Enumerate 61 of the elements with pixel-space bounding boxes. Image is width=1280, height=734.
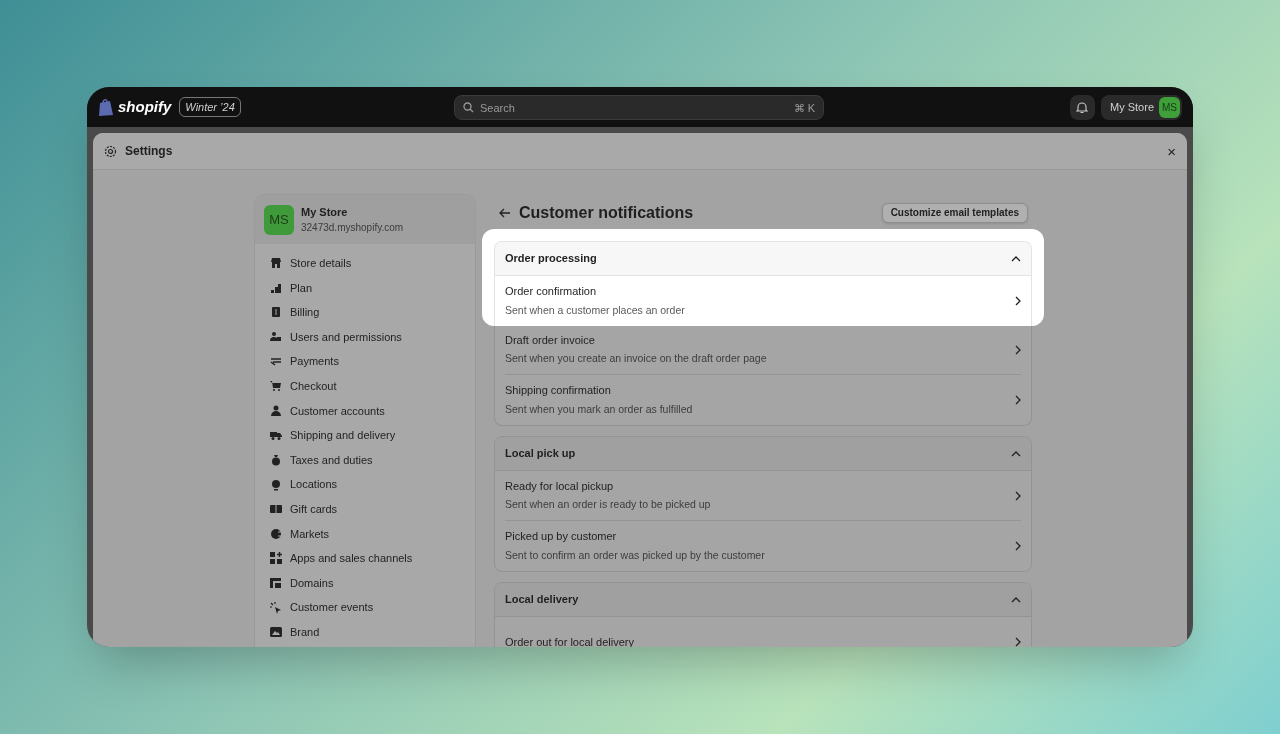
sidebar-item[interactable]: Gift cards — [260, 496, 470, 522]
release-badge: Winter ’24 — [179, 96, 241, 118]
store-avatar: MS — [264, 204, 294, 235]
pin-icon — [270, 478, 282, 491]
sidebar-item[interactable]: Markets — [260, 521, 470, 547]
notifications-button[interactable] — [1070, 94, 1095, 120]
sidebar-item[interactable]: Locations — [260, 472, 470, 497]
sidebar-item[interactable]: Store details — [260, 251, 470, 276]
store-icon — [270, 257, 282, 270]
section-header[interactable]: Local delivery — [495, 583, 1031, 617]
sidebar-item[interactable]: Payments — [260, 349, 470, 374]
notification-row[interactable]: Draft order invoice Sent when you create an invoice on the draft order page — [505, 325, 1021, 375]
search-icon — [463, 101, 474, 113]
shortcut-hint: ⌘ K — [793, 100, 815, 116]
image-icon — [270, 626, 282, 639]
sidebar-item[interactable]: Users and permissions — [260, 324, 470, 350]
users-icon — [270, 331, 282, 344]
chevron-up-icon — [1011, 596, 1021, 603]
chevron-right-icon — [1015, 541, 1021, 551]
sidebar-item[interactable]: Shipping and delivery — [260, 423, 470, 448]
section-header[interactable]: Order processing — [495, 242, 1031, 276]
bag-icon — [270, 454, 282, 467]
bell-icon — [1076, 100, 1089, 114]
sidebar-item[interactable]: Apps and sales channels — [260, 546, 470, 571]
store-domain: 32473d.myshopify.com — [301, 221, 404, 236]
sidebar-item[interactable]: Checkout — [260, 373, 470, 399]
sidebar-item[interactable]: Billing — [260, 300, 470, 325]
close-button[interactable]: × — [1167, 143, 1176, 159]
chevron-right-icon — [1015, 344, 1021, 355]
sidebar-item[interactable]: Brand — [260, 619, 470, 645]
chevron-right-icon — [1015, 296, 1021, 306]
chevron-up-icon — [1011, 255, 1021, 262]
shopping-bag-icon — [98, 97, 114, 117]
cursor-icon — [270, 601, 282, 614]
logo-text: shopify — [118, 96, 172, 117]
notification-row[interactable]: Shipping confirmation Sent when you mark an order as fulfilled — [505, 375, 1021, 425]
modal-title: Settings — [125, 143, 173, 160]
sidebar-item[interactable]: Domains — [260, 570, 470, 596]
sidebar-item[interactable]: Plan — [260, 275, 470, 301]
user-avatar: MS — [1159, 96, 1180, 118]
sidebar-item[interactable]: Customer accounts — [260, 398, 470, 424]
notification-row[interactable]: Ready for local pickup Sent when an order is ready to be picked up — [505, 471, 1021, 521]
notification-row[interactable]: Picked up by customer Sent to confirm an order was picked up by the customer — [505, 521, 1021, 571]
chevron-right-icon — [1015, 637, 1021, 647]
truck-icon — [270, 429, 282, 442]
sidebar-item[interactable]: Customer events — [260, 595, 470, 620]
chevron-right-icon — [1015, 395, 1021, 405]
sidebar-item[interactable]: Taxes and duties — [260, 447, 470, 473]
store-menu-button[interactable]: My Store MS — [1101, 94, 1182, 120]
back-button[interactable] — [499, 207, 511, 218]
settings-icon — [104, 144, 117, 158]
chevron-up-icon — [1011, 450, 1021, 457]
back-arrow-icon — [499, 207, 511, 218]
customize-templates-button[interactable]: Customize email templates — [881, 202, 1028, 223]
apps-icon — [270, 552, 282, 565]
person-icon — [270, 404, 282, 417]
page-title: Customer notifications — [519, 202, 694, 223]
store-name: My Store — [301, 204, 349, 220]
cart-icon — [270, 380, 282, 393]
section-header[interactable]: Local pick up — [495, 437, 1031, 471]
chevron-right-icon — [1015, 490, 1021, 501]
